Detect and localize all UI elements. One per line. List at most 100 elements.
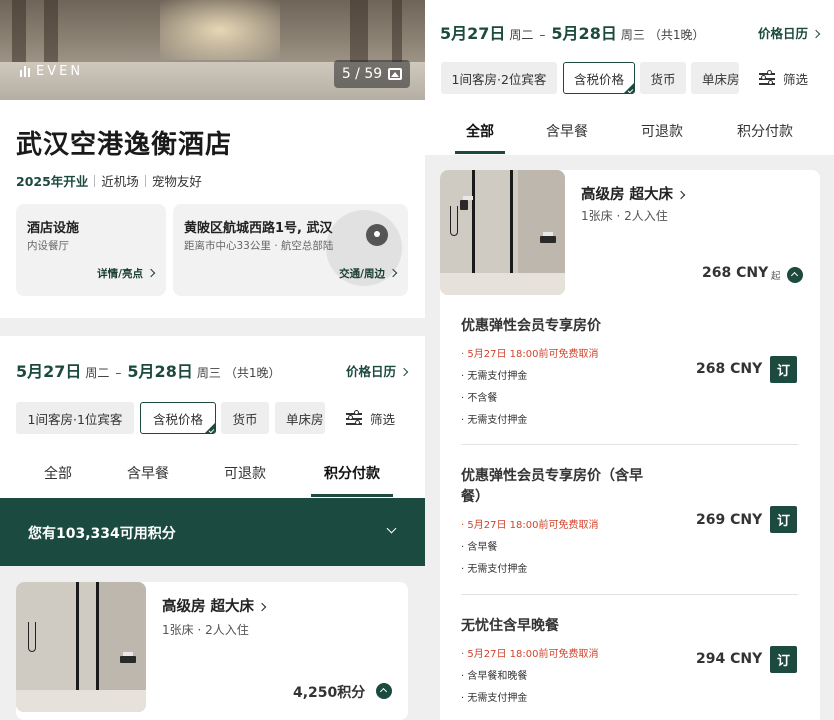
address-title: 黄陂区航城西路1号, 武汉 [184,221,333,236]
tab-all[interactable]: 全部 [28,463,88,483]
filter-button[interactable]: 筛选 [346,402,395,434]
active-tab-indicator [311,494,393,497]
facilities-subtitle: 内设餐厅 [27,240,69,252]
currency-chip[interactable]: 货币 [640,62,686,94]
map-pin-icon [366,224,388,246]
single-bed-chip[interactable]: 单床房 [275,402,325,434]
rate-price: 269 CNY [696,512,763,528]
room-card-superior-king[interactable]: 高级房 超大床 1张床 · 2人入住 268 CNY 起 [440,170,820,296]
book-button[interactable]: 订 [770,646,797,673]
room-bed-info: 1张床 · 2人入住 [162,623,249,637]
rate-name: 优惠弹性会员专享房价（含早餐） [461,468,643,505]
checkout-weekday: 周三 [196,366,221,380]
filter-label: 筛选 [370,411,396,427]
rate-benefit: · 无需支付押金 [461,693,528,704]
rate-list: 优惠弹性会员专享房价 · 5月27日 18:00前可免费取消 · 无需支付押金 … [440,296,820,720]
points-balance-banner[interactable]: 您有103,334可用积分 [0,498,425,566]
brand-logo: EVEN [20,64,83,79]
points-balance-text: 您有103,334可用积分 [28,526,176,542]
price-calendar-label: 价格日历 [758,26,809,41]
collapse-icon[interactable] [787,267,803,283]
free-cancel-note: · 5月27日 18:00前可免费取消 [461,649,599,660]
rate-benefit: · 无需支付押金 [461,415,528,426]
room-name[interactable]: 高级房 超大床 [581,183,686,204]
price-calendar-link[interactable]: 价格日历 [758,23,821,42]
tab-all[interactable]: 全部 [455,121,505,141]
book-button[interactable]: 订 [770,506,797,533]
tax-price-label: 含税价格 [152,411,203,427]
chevron-right-icon [811,29,821,39]
single-bed-chip[interactable]: 单床房 [691,62,739,94]
stay-dates[interactable]: 5月27日 周二 – 5月28日 周三 （共1晚） [16,358,280,382]
tab-refundable[interactable]: 可退款 [632,121,692,141]
free-cancel-note: · 5月27日 18:00前可免费取消 [461,520,599,531]
chevron-right-icon [388,268,398,278]
room-card-superior-king[interactable]: 高级房 超大床 1张床 · 2人入住 4,250积分 [16,582,408,720]
rate-plan-item[interactable]: 优惠弹性会员专享房价（含早餐） · 5月27日 18:00前可免费取消 · 含早… [461,466,798,596]
tag-separator [144,174,146,187]
tag-pet-friendly: 宠物友好 [151,174,202,189]
rate-benefit: · 不含餐 [461,393,498,404]
sliders-icon [759,70,775,85]
transport-link-label: 交通/周边 [339,268,385,280]
rate-divider [461,594,798,595]
tax-price-chip[interactable]: 含税价格 [140,402,216,434]
nights-count: （共1晚） [648,28,705,42]
rate-benefit: · 无需支付押金 [461,371,528,382]
facilities-card[interactable]: 酒店设施 内设餐厅 详情/亮点 [16,204,166,296]
checkout-weekday: 周三 [620,28,645,42]
rate-price: 294 CNY [696,651,763,667]
tab-breakfast[interactable]: 含早餐 [537,121,597,141]
checkin-date: 5月27日 [16,362,82,381]
book-button[interactable]: 订 [770,356,797,383]
address-card[interactable]: 黄陂区航城西路1号, 武汉 距离市中心33公里 · 航空总部陆 交通/周边 [173,204,408,296]
tab-breakfast[interactable]: 含早餐 [118,463,178,483]
checkout-date: 5月28日 [551,24,617,43]
room-bed-info: 1张床 · 2人入住 [581,209,668,223]
tag-opened: 2025年开业 [16,174,89,189]
photo-counter[interactable]: 5 / 59 [334,60,410,88]
facilities-details-link[interactable]: 详情/亮点 [97,266,156,281]
rate-benefit: · 含早餐和晚餐 [461,671,528,682]
brand-name: EVEN [36,64,84,79]
guests-chip[interactable]: 1间客房·2位宾客 [441,62,557,94]
date-dash: – [539,28,546,42]
room-price: 268 CNY [702,265,769,281]
photo-counter-text: 5 / 59 [341,66,383,82]
currency-chip[interactable]: 货币 [221,402,269,434]
tax-price-chip[interactable]: 含税价格 [563,62,635,94]
left-screen: EVEN 5 / 59 武汉空港逸衡酒店 2025年开业 近机场 宠物友好 酒店… [0,0,425,720]
tag-airport: 近机场 [101,174,139,189]
checkin-date: 5月27日 [440,24,506,43]
room-name[interactable]: 高级房 超大床 [162,595,267,616]
check-icon [627,87,634,93]
filter-button[interactable]: 筛选 [759,62,808,94]
active-tab-indicator [455,151,505,154]
rate-plan-item[interactable]: 无忧住含早晚餐 · 5月27日 18:00前可免费取消 · 含早餐和晚餐 · 无… [461,616,798,720]
room-photo [440,170,565,295]
room-price-from: 起 [771,271,781,282]
check-icon [208,427,215,433]
tab-refundable[interactable]: 可退款 [215,463,275,483]
facilities-title: 酒店设施 [27,221,80,236]
tab-points[interactable]: 积分付款 [730,121,800,141]
rate-price: 268 CNY [696,361,763,377]
stay-dates[interactable]: 5月27日 周二 – 5月28日 周三 （共1晚） [440,20,704,44]
filter-label: 筛选 [783,71,809,87]
transport-nearby-link[interactable]: 交通/周边 [339,266,398,281]
tab-points[interactable]: 积分付款 [311,463,393,483]
hotel-tags: 2025年开业 近机场 宠物友好 [16,171,202,190]
collapse-icon[interactable] [376,683,392,699]
room-photo [16,582,146,712]
room-points-price: 4,250积分 [293,685,366,701]
sliders-icon [346,410,362,425]
screenshot-stage: EVEN 5 / 59 武汉空港逸衡酒店 2025年开业 近机场 宠物友好 酒店… [0,0,834,720]
guests-chip[interactable]: 1间客房·1位宾客 [16,402,134,434]
chevron-down-icon [386,523,397,534]
rate-divider [461,444,798,445]
room-name-text: 高级房 超大床 [162,599,255,615]
hotel-photo-carousel[interactable]: EVEN 5 / 59 [0,0,425,100]
rate-plan-item[interactable]: 优惠弹性会员专享房价 · 5月27日 18:00前可免费取消 · 无需支付押金 … [461,316,798,446]
price-calendar-link[interactable]: 价格日历 [346,361,409,380]
hotel-name: 武汉空港逸衡酒店 [16,130,233,160]
